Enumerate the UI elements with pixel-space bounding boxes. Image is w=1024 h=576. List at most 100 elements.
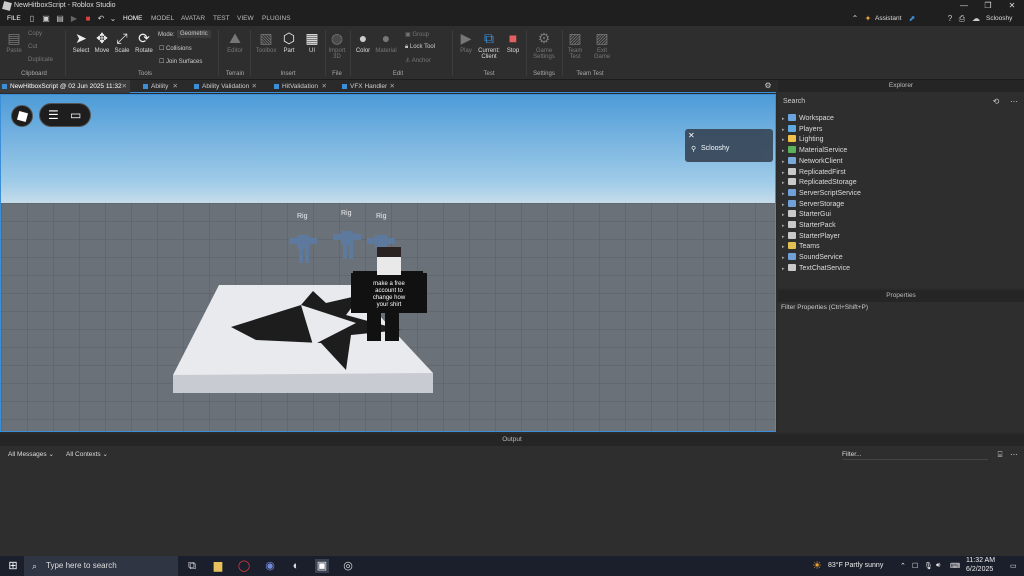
redo-dropdown-icon[interactable]: ⌄ (109, 15, 117, 23)
ui-button[interactable]: ▦ UI (302, 30, 322, 54)
tray-chevron-icon[interactable]: ⌃ (900, 562, 906, 570)
explorer-item-starterplayer[interactable]: ▸ StarterPlayer (782, 231, 840, 242)
history-icon[interactable]: ⟲ (992, 98, 1000, 106)
player-name[interactable]: Sclooshy (701, 145, 729, 152)
tab-hitvalidation-script[interactable]: HitValidation ✕ (272, 80, 330, 93)
tab-ability-validation-script[interactable]: Ability Validation ✕ (192, 80, 260, 93)
explorer-item-replicatedstorage[interactable]: ▸ ReplicatedStorage (782, 178, 857, 188)
play-icon[interactable]: ▶ (70, 15, 78, 23)
cloud-icon[interactable]: ☁ (972, 15, 980, 23)
stop-button[interactable]: ■ Stop (503, 30, 523, 54)
clock-date[interactable]: 6/2/2025 (966, 566, 993, 573)
filter-properties-input[interactable]: Filter Properties (Ctrl+Shift+P) (781, 304, 868, 311)
steam-icon[interactable]: ◐ (289, 559, 303, 573)
collapse-ribbon-icon[interactable]: ⌃ (851, 15, 859, 23)
move-tool-button[interactable]: ✥ Move (92, 30, 112, 54)
explorer-search-input[interactable]: Search (780, 96, 1010, 108)
color-button[interactable]: ● Color (353, 30, 373, 54)
play-button[interactable]: ▶ Play (456, 30, 476, 54)
collisions-checkbox[interactable]: ☐ Collisions (159, 45, 192, 52)
game-settings-button[interactable]: ⚙ Game Settings (530, 30, 558, 60)
cut-button[interactable]: Cut (28, 44, 37, 50)
more-options-icon[interactable]: ⋯ (1010, 451, 1018, 459)
join-surfaces-checkbox[interactable]: ☐ Join Surfaces (159, 58, 202, 65)
network-icon[interactable]: ☐ (912, 562, 918, 570)
duplicate-button[interactable]: Duplicate (28, 57, 53, 63)
explorer-item-networkclient[interactable]: ▸ NetworkClient (782, 156, 843, 167)
scale-tool-button[interactable]: ⤢ Scale (112, 30, 132, 54)
close-button[interactable]: ✕ (1000, 0, 1024, 12)
save-icon[interactable]: ▤ (56, 15, 64, 23)
weather-text[interactable]: 83°F Partly sunny (828, 562, 883, 569)
tab-avatar[interactable]: AVATAR (181, 15, 205, 22)
part-button[interactable]: ⬡ Part (279, 30, 299, 54)
discord-icon[interactable]: ◉ (263, 559, 277, 573)
current-client-button[interactable]: ⧉ Current: Client (476, 30, 502, 60)
file-explorer-icon[interactable]: ▆ (211, 559, 225, 573)
explorer-item-textchatservice[interactable]: ▸ TextChatService (782, 263, 850, 274)
mic-icon[interactable]: 🎙︎ (924, 562, 933, 570)
clock-time[interactable]: 11:32 AM (966, 557, 995, 564)
lock-tool-button[interactable]: 🔒︎ Lock Tool (405, 44, 435, 51)
language-icon[interactable]: ⌨ (950, 562, 960, 570)
maximize-button[interactable]: ❐ (976, 0, 1000, 12)
explorer-item-players[interactable]: ▸ Players (782, 124, 822, 135)
rotate-tool-button[interactable]: ⟳ Rotate (133, 30, 155, 54)
paste-button[interactable]: ▤ Paste (4, 30, 24, 54)
tab-plugins[interactable]: PLUGINS (262, 15, 291, 22)
explorer-item-replicatedfirst[interactable]: ▸ ReplicatedFirst (782, 167, 846, 178)
minimize-button[interactable]: — (952, 0, 976, 12)
task-view-icon[interactable]: ⧉ (185, 559, 199, 573)
explorer-item-serverscriptservice[interactable]: ▸ ServerScriptService (782, 188, 861, 199)
clear-output-icon[interactable]: ⌸ (996, 451, 1004, 459)
tab-vfx-handler-script[interactable]: VFX Handler ✕ (340, 80, 398, 93)
tab-ability-script[interactable]: Ability ✕ (141, 80, 181, 93)
opera-icon[interactable]: ◯ (237, 559, 251, 573)
team-test-button[interactable]: ▨ Team Test (563, 30, 587, 60)
hamburger-menu-icon[interactable]: ☰ (48, 108, 59, 122)
roblox-studio-taskbar-icon[interactable]: ▣ (315, 559, 329, 573)
mode-dropdown[interactable]: Geometric (177, 30, 211, 38)
undo-icon[interactable]: ↶ (97, 15, 105, 23)
tab-home[interactable]: HOME (123, 15, 143, 22)
explorer-item-soundservice[interactable]: ▸ SoundService (782, 253, 843, 263)
copy-button[interactable]: Copy (28, 31, 42, 37)
3d-viewport[interactable]: Rig Rig Rig make a free account to chang… (0, 94, 776, 432)
more-options-icon[interactable]: ⋯ (1010, 98, 1018, 106)
material-button[interactable]: ● Material (374, 30, 398, 54)
file-menu[interactable]: FILE (7, 15, 21, 22)
assistant-icon[interactable]: ✦ (864, 15, 872, 23)
assistant-button[interactable]: Assistant (875, 15, 901, 22)
contexts-filter-dropdown[interactable]: All Contexts ⌄ (66, 450, 108, 460)
notifications-icon[interactable]: ⎙ (958, 15, 966, 23)
chat-icon[interactable]: ▭ (70, 108, 81, 122)
messages-filter-dropdown[interactable]: All Messages ⌄ (8, 450, 54, 460)
explorer-item-teams[interactable]: ▸ Teams (782, 242, 820, 252)
explorer-item-materialservice[interactable]: ▸ MaterialService (782, 146, 847, 156)
stop-icon[interactable]: ■ (84, 15, 92, 23)
open-file-icon[interactable]: ▣ (42, 15, 50, 23)
explorer-item-lighting[interactable]: ▸ Lighting (782, 135, 824, 145)
tab-place[interactable]: NewHitboxScript @ 02 Jun 2025 11:32 ✕ (0, 80, 130, 93)
share-icon[interactable]: ⬈ (908, 15, 916, 23)
new-file-icon[interactable]: ▯ (28, 15, 36, 23)
windows-start-icon[interactable]: ⊞ (6, 559, 20, 573)
notification-center-icon[interactable]: ▭ (1010, 562, 1017, 570)
explorer-item-starterpack[interactable]: ▸ StarterPack (782, 221, 836, 231)
explorer-item-serverstorage[interactable]: ▸ ServerStorage (782, 199, 844, 210)
taskbar-search-input[interactable]: ⌕ Type here to search (24, 556, 178, 576)
select-tool-button[interactable]: ➤ Select (71, 30, 91, 54)
explorer-item-workspace[interactable]: ▸ Workspace (782, 114, 834, 124)
tab-test[interactable]: TEST (213, 15, 230, 22)
roblox-menu-button[interactable] (11, 105, 33, 127)
speaker-icon[interactable]: 🔊︎ (936, 562, 940, 570)
close-icon[interactable]: ✕ (688, 131, 695, 140)
viewport-settings-icon[interactable]: ⚙ (764, 82, 772, 90)
user-menu[interactable]: Sclooshy (986, 15, 1012, 22)
group-button[interactable]: ▣ Group (405, 31, 429, 38)
app-icon[interactable]: ◎ (341, 559, 355, 573)
help-icon[interactable]: ? (946, 15, 954, 23)
terrain-editor-button[interactable]: ⛰ Editor (224, 30, 246, 54)
anchor-button[interactable]: ⚓︎ Anchor (405, 57, 431, 64)
exit-game-button[interactable]: ▨ Exit Game (590, 30, 614, 60)
